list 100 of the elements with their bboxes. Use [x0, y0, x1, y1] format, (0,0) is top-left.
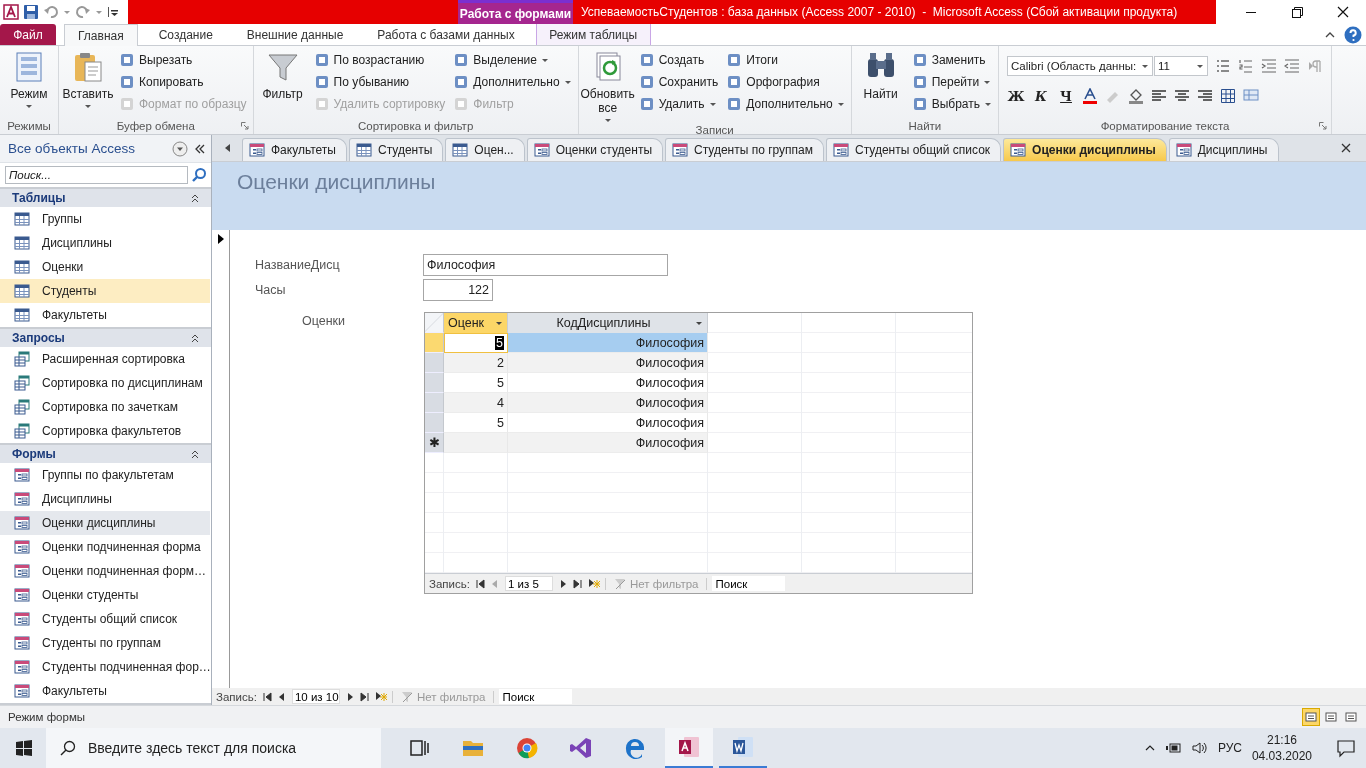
nav-item[interactable]: Группы по факультетам	[0, 463, 210, 487]
nav-item[interactable]: Оценки студенты	[0, 583, 210, 607]
nav-item[interactable]: Факультеты	[0, 303, 210, 327]
start-icon[interactable]	[16, 740, 32, 756]
fill-bucket-icon[interactable]	[1128, 88, 1145, 104]
speaker-icon[interactable]	[1191, 740, 1208, 756]
redo-icon[interactable]	[75, 4, 91, 20]
large-ribbon-button[interactable]: Обновить все	[582, 49, 633, 124]
column-header[interactable]: Оценк	[444, 313, 508, 333]
nav-item[interactable]: Сортировка факультетов	[0, 419, 210, 443]
gridlines-icon[interactable]	[1220, 88, 1237, 104]
nav-item[interactable]: Сортировка по зачеткам	[0, 395, 210, 419]
record-position-field[interactable]: 1 из 5	[504, 576, 553, 591]
large-ribbon-button[interactable]: Фильтр	[257, 49, 308, 117]
input-field[interactable]: 122	[423, 278, 493, 301]
nav-item[interactable]: Дисциплины	[0, 231, 210, 255]
large-ribbon-button[interactable]: Вставить	[63, 49, 113, 117]
ribbon-tab[interactable]: Внешние данные	[233, 24, 357, 45]
nav-section-header[interactable]: Запросы	[0, 329, 211, 347]
document-tab[interactable]: Студенты	[349, 138, 444, 161]
ribbon-button[interactable]: Дополнительно	[726, 93, 847, 115]
column-header[interactable]: КодДисциплины	[508, 313, 708, 333]
nav-item[interactable]: Группы	[0, 207, 210, 231]
undo-icon[interactable]	[43, 4, 59, 20]
dialog-launcher-icon[interactable]	[1319, 122, 1328, 130]
nav-item[interactable]: Студенты	[0, 279, 210, 303]
style-button[interactable]: Ж	[1007, 88, 1026, 104]
indent-icon[interactable]	[1261, 58, 1278, 74]
ribbon-tab[interactable]: Главная	[64, 24, 138, 46]
document-tab[interactable]: Оценки дисциплины	[1003, 138, 1167, 161]
search-field[interactable]: Поиск	[712, 576, 786, 591]
document-tab[interactable]: Факультеты	[242, 138, 347, 161]
style-button[interactable]: К	[1032, 88, 1051, 104]
ribbon-button[interactable]: Дополнительно	[453, 71, 574, 93]
ribbon-button[interactable]: Сохранить	[638, 71, 721, 93]
ribbon-button[interactable]: Создать	[638, 49, 721, 71]
outdent-icon[interactable]	[1284, 58, 1301, 74]
document-tab[interactable]: Оцен...	[445, 138, 525, 161]
ribbon-button[interactable]: По убыванию	[313, 71, 448, 93]
align-left-icon[interactable]	[1151, 88, 1168, 104]
save-icon[interactable]	[23, 4, 39, 20]
last-record-icon[interactable]	[572, 578, 583, 589]
document-tab[interactable]: Оценки студенты	[526, 138, 664, 161]
ribbon-button[interactable]: Итоги	[726, 49, 847, 71]
ribbon-button[interactable]: Выбрать	[911, 93, 995, 115]
clock-time[interactable]: 21:16	[1266, 732, 1297, 748]
collapse-pane-icon[interactable]	[194, 142, 206, 155]
nav-item[interactable]: Дисциплины	[0, 487, 210, 511]
nav-section-header[interactable]: Формы	[0, 445, 211, 463]
view-button[interactable]	[1302, 708, 1320, 726]
ribbon-tab[interactable]: Создание	[145, 24, 226, 45]
font-dropdown[interactable]: Calibri (Область данны:	[1007, 56, 1154, 76]
nav-section-header[interactable]: Таблицы	[0, 189, 211, 207]
ribbon-button[interactable]: По возрастанию	[313, 49, 448, 71]
caret-icon[interactable]	[63, 8, 71, 16]
nav-item[interactable]: Оценки подчиненная форма	[0, 535, 210, 559]
font-size-dropdown[interactable]: 11	[1154, 56, 1209, 76]
ribbon-button[interactable]: Орфография	[726, 71, 847, 93]
search-field[interactable]: Поиск...	[5, 166, 188, 184]
language-indicator[interactable]: РУС	[1217, 741, 1242, 755]
style-button[interactable]: Ч	[1057, 88, 1076, 104]
new-record-icon[interactable]	[587, 577, 600, 590]
new-record-icon[interactable]	[374, 690, 387, 703]
first-record-icon[interactable]	[261, 691, 272, 702]
ribbon-button[interactable]: Выделение	[453, 49, 574, 71]
ribbon-button[interactable]: Копировать	[119, 71, 249, 93]
taskbar-search-field[interactable]: Введите здесь текст для поиска	[46, 728, 381, 768]
search-field[interactable]: Поиск	[499, 689, 573, 704]
record-position-field[interactable]: 10 из 10	[291, 689, 340, 704]
row-color-icon[interactable]	[1243, 88, 1260, 104]
nav-item[interactable]: Студенты подчиненная фор…	[0, 655, 210, 679]
dialog-launcher-icon[interactable]	[240, 122, 249, 130]
nav-item[interactable]: Сортировка по дисциплинам	[0, 371, 210, 395]
taskbar-app[interactable]	[665, 728, 713, 768]
input-field[interactable]: Философия	[423, 253, 668, 276]
document-tab[interactable]: Студенты общий список	[826, 138, 1002, 161]
clock-date[interactable]: 04.03.2020	[1251, 748, 1312, 764]
ribbon-button[interactable]: Заменить	[911, 49, 995, 71]
nav-item[interactable]: Студенты по группам	[0, 631, 210, 655]
notifications-icon[interactable]	[1336, 738, 1356, 758]
ribbon-button[interactable]: Перейти	[911, 71, 995, 93]
nav-item[interactable]: Расширенная сортировка	[0, 347, 210, 371]
battery-icon[interactable]	[1165, 740, 1182, 756]
nav-item[interactable]: Факультеты	[0, 679, 210, 703]
last-record-icon[interactable]	[359, 691, 370, 702]
nav-item[interactable]: Оценки	[0, 255, 210, 279]
dropdown-circle-icon[interactable]	[172, 140, 188, 157]
nav-item[interactable]: Оценки подчиненная форм…	[0, 559, 210, 583]
close-icon[interactable]	[1340, 142, 1352, 154]
align-center-icon[interactable]	[1174, 88, 1191, 104]
customize-icon[interactable]	[107, 6, 119, 18]
document-tab[interactable]: Дисциплины	[1168, 138, 1279, 161]
document-tab[interactable]: Студенты по группам	[665, 138, 825, 161]
large-ribbon-button[interactable]: Найти	[855, 49, 906, 117]
first-record-icon[interactable]	[474, 578, 485, 589]
nav-item[interactable]: Оценки дисциплины	[0, 511, 210, 535]
align-right-icon[interactable]	[1197, 88, 1214, 104]
font-color-icon[interactable]	[1082, 88, 1099, 104]
ribbon-button[interactable]: Удалить	[638, 93, 721, 115]
nav-item[interactable]: Студенты общий список	[0, 607, 210, 631]
